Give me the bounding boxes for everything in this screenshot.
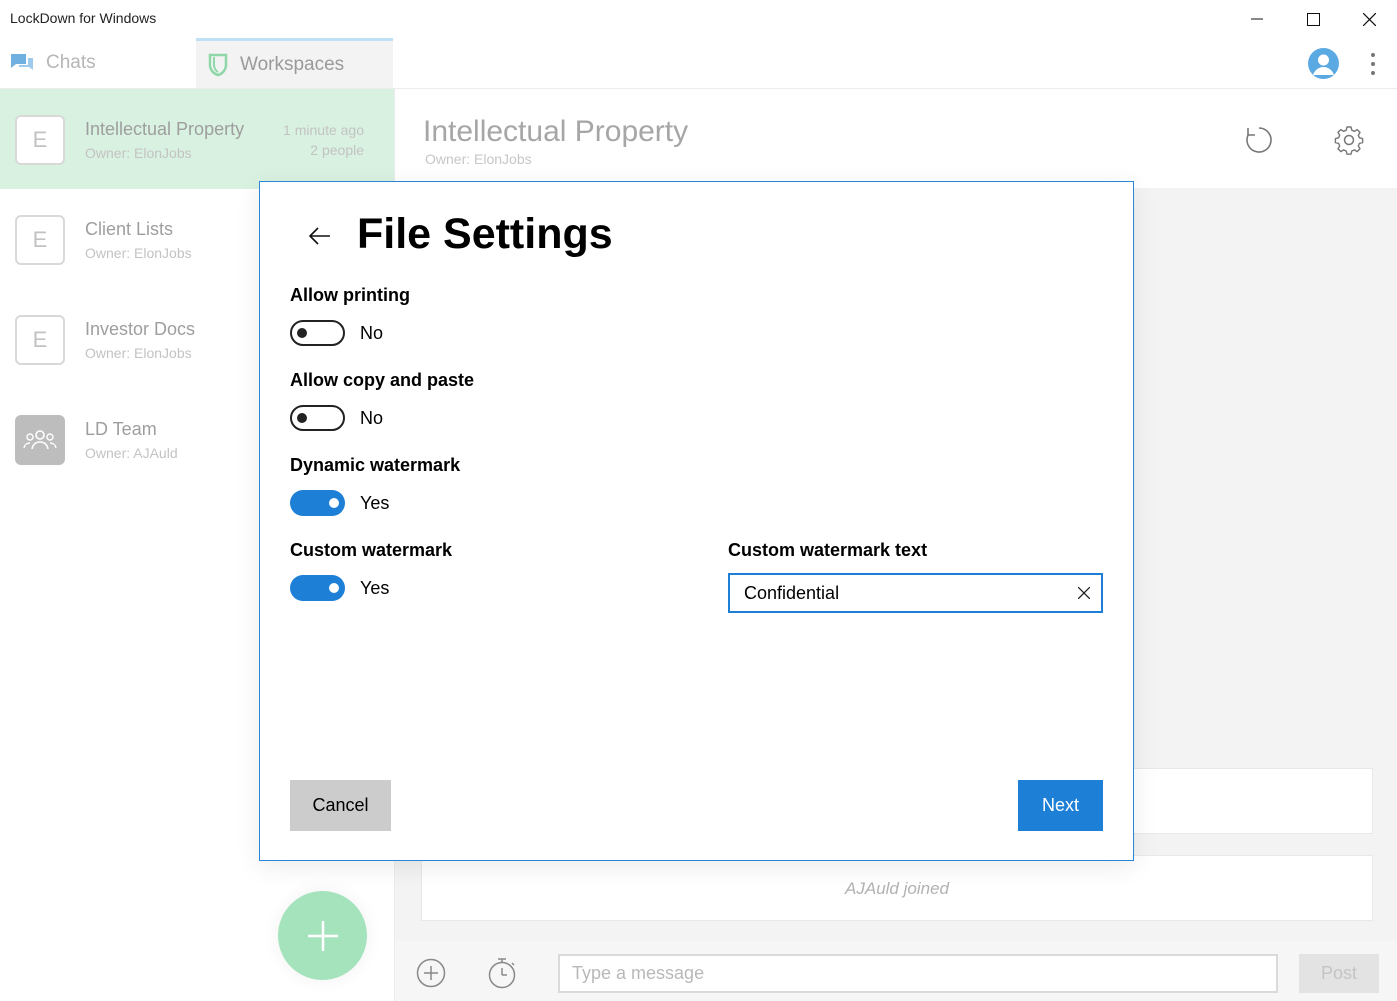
plus-icon [307,920,338,951]
custom-watermark-toggle[interactable] [290,575,345,601]
workspace-header: Intellectual Property Owner: ElonJobs [395,89,1397,188]
workspace-owner: Owner: ElonJobs [85,245,192,261]
close-button[interactable] [1341,0,1397,38]
workspace-item-intellectual-property[interactable]: E Intellectual Property Owner: ElonJobs … [0,89,395,189]
tab-chats-label: Chats [46,52,96,73]
message-input[interactable] [558,954,1278,993]
tab-chats[interactable]: Chats [0,38,195,88]
timer-icon[interactable] [486,957,518,989]
kebab-dot [1371,71,1375,75]
maximize-button[interactable] [1285,0,1341,38]
workspace-name: LD Team [85,419,157,439]
custom-watermark-text-field [728,573,1103,613]
workspace-owner-label: Owner: ElonJobs [425,151,532,167]
workspace-name: Intellectual Property [85,119,245,139]
allow-printing-toggle[interactable] [290,320,345,346]
shield-icon [208,53,228,77]
dialog-title: File Settings [357,210,613,258]
allow-printing-label: Allow printing [290,285,410,305]
custom-watermark-state: Yes [360,578,390,598]
user-avatar[interactable] [1308,48,1339,79]
group-icon [15,415,65,465]
allow-copy-paste-toggle[interactable] [290,405,345,431]
clear-text-button[interactable] [1075,584,1093,602]
workspace-time: 1 minute ago [283,122,364,138]
toggle-knob [329,498,339,508]
custom-watermark-text-label: Custom watermark text [728,540,928,560]
workspace-badge: E [15,315,65,365]
close-icon [1078,587,1090,599]
title-bar: LockDown for Windows [0,0,1397,38]
post-button[interactable]: Post [1299,954,1379,993]
workspace-owner: Owner: ElonJobs [85,345,192,361]
custom-watermark-text-input[interactable] [730,575,1060,611]
tab-workspaces[interactable]: Workspaces [196,38,393,88]
minimize-button[interactable] [1229,0,1285,38]
allow-printing-state: No [360,323,384,343]
close-icon [1362,12,1376,26]
toggle-knob [297,413,307,423]
dynamic-watermark-state: Yes [360,493,390,513]
tab-workspaces-label: Workspaces [240,53,345,75]
kebab-dot [1371,62,1375,66]
kebab-dot [1371,53,1375,57]
message-text: AJAuld joined [845,879,949,898]
next-button[interactable]: Next [1018,780,1103,831]
add-attachment-icon[interactable] [415,957,447,989]
toggle-knob [329,583,339,593]
toggle-knob [297,328,307,338]
cancel-button[interactable]: Cancel [290,780,391,831]
workspace-owner: Owner: ElonJobs [85,145,192,161]
back-button[interactable] [304,220,336,252]
workspace-name: Investor Docs [85,319,196,339]
workspace-badge: E [15,115,65,165]
app-title: LockDown for Windows [10,10,157,26]
user-icon [1313,54,1334,75]
settings-gear-icon[interactable] [1333,124,1365,156]
workspace-badge: E [15,215,65,265]
file-settings-dialog: File Settings Allow printing No Allow co… [259,181,1134,861]
chat-icon [10,52,34,74]
arrow-left-icon [308,227,330,245]
add-workspace-button[interactable] [278,891,367,980]
custom-watermark-label: Custom watermark [290,540,453,560]
message-card: AJAuld joined [421,855,1373,921]
more-options-button[interactable] [1364,50,1382,78]
minimize-icon [1251,18,1263,20]
dynamic-watermark-toggle[interactable] [290,490,345,516]
dynamic-watermark-label: Dynamic watermark [290,455,461,475]
workspace-title: Intellectual Property [423,115,689,148]
maximize-icon [1306,12,1320,26]
workspace-name: Client Lists [85,219,174,239]
workspace-owner: Owner: AJAuld [85,445,178,461]
refresh-icon[interactable] [1243,124,1275,156]
workspace-people: 2 people [310,142,364,158]
allow-copy-paste-label: Allow copy and paste [290,370,475,390]
allow-copy-paste-state: No [360,408,384,428]
